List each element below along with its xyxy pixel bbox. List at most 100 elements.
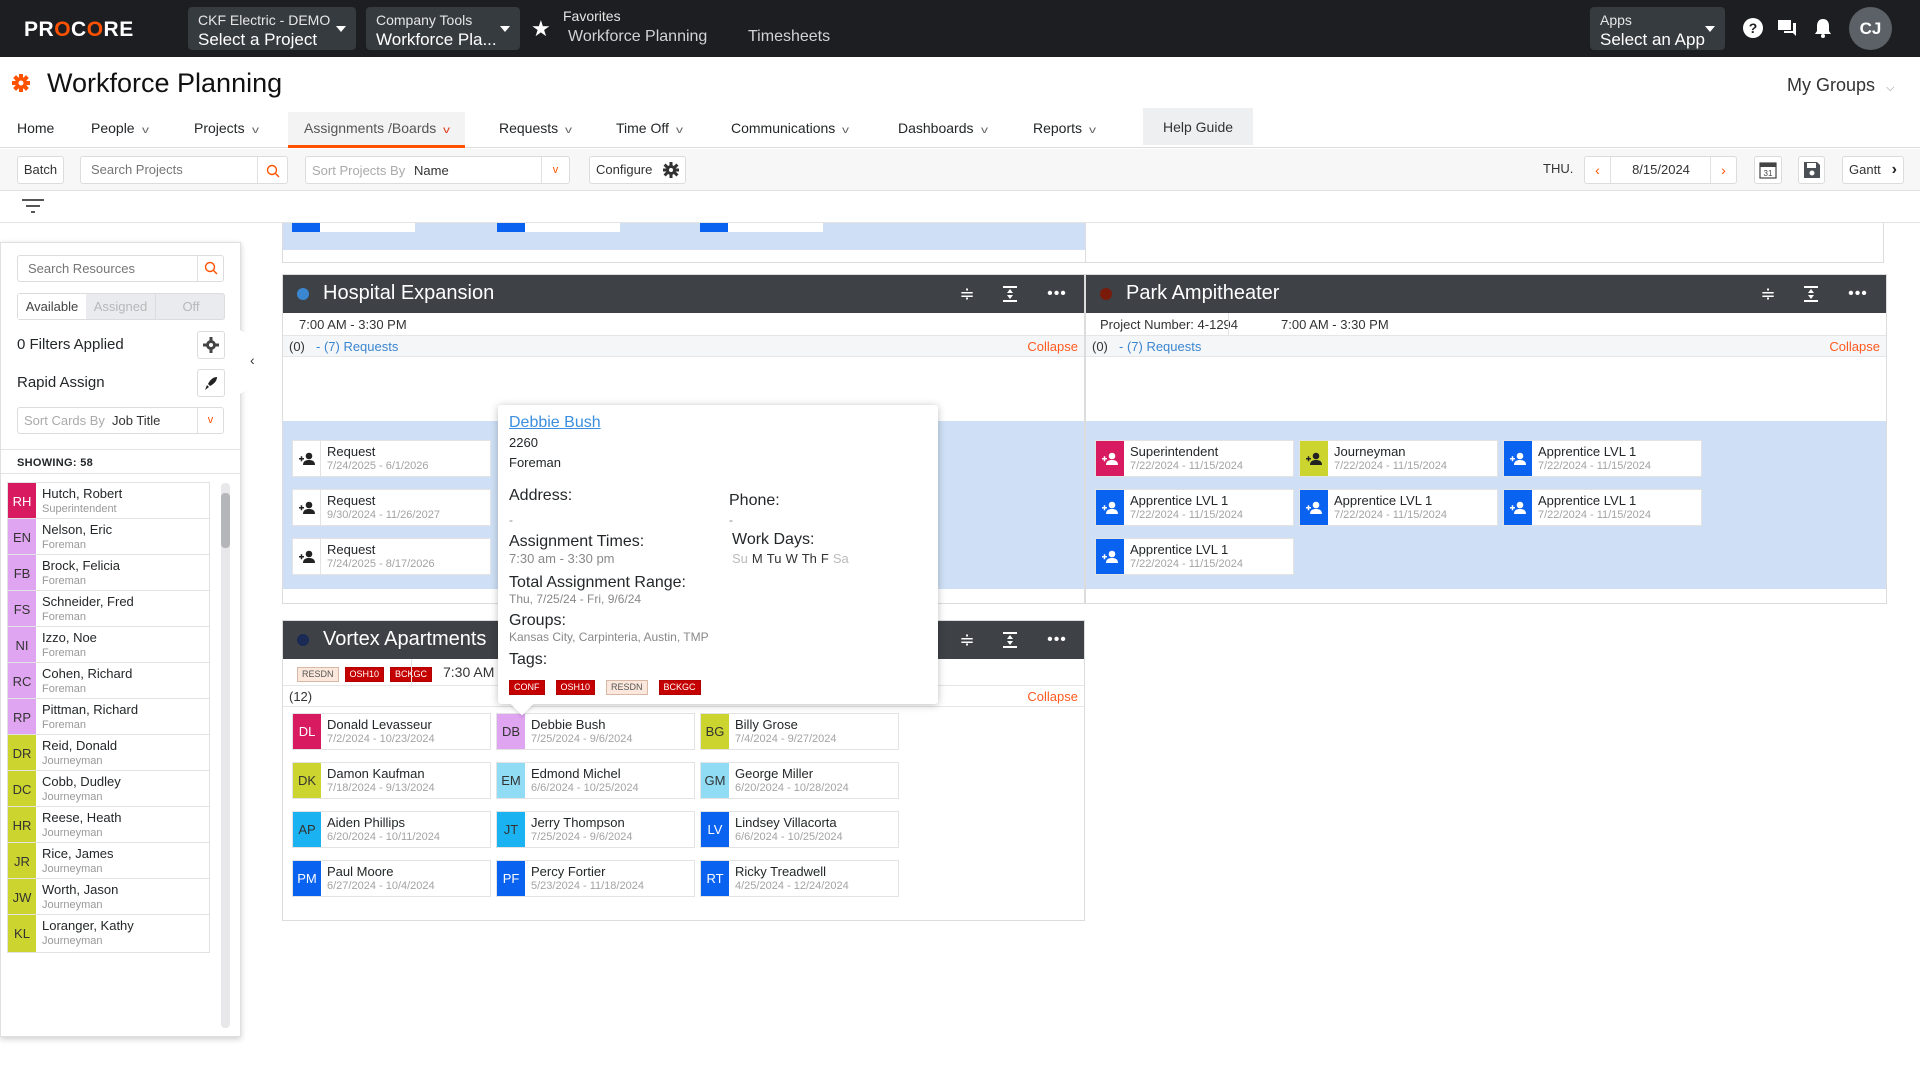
assignment-card[interactable]: RT Ricky Treadwell 4/25/2024 - 12/24/2024: [700, 860, 899, 897]
expand-icon[interactable]: [1000, 284, 1020, 304]
request-card[interactable]: Apprentice LVL 1 7/22/2024 - 11/15/2024: [1299, 489, 1498, 526]
assignment-card[interactable]: BG Billy Grose 7/4/2024 - 9/27/2024: [700, 713, 899, 750]
app-selector[interactable]: Apps Select an App: [1590, 7, 1725, 50]
tool-selector[interactable]: Company Tools Workforce Pla...: [366, 7, 520, 50]
user-avatar[interactable]: CJ: [1849, 7, 1892, 50]
filter-settings-button[interactable]: [197, 331, 225, 359]
resource-card[interactable]: DC Cobb, Dudley Journeyman: [7, 770, 210, 809]
project-name[interactable]: Hospital Expansion: [323, 282, 494, 305]
partial-card[interactable]: [292, 223, 415, 232]
filter-icon[interactable]: [22, 197, 44, 215]
resource-card[interactable]: NI Izzo, Noe Foreman: [7, 626, 210, 665]
nav-people[interactable]: People v: [91, 112, 149, 148]
search-icon[interactable]: [257, 157, 287, 183]
resource-name-link[interactable]: Debbie Bush: [509, 414, 601, 432]
assignment-card[interactable]: GM George Miller 6/20/2024 - 10/28/2024: [700, 762, 899, 799]
request-card[interactable]: Journeyman 7/22/2024 - 11/15/2024: [1299, 440, 1498, 477]
request-card[interactable]: Apprentice LVL 1 7/22/2024 - 11/15/2024: [1503, 440, 1702, 477]
help-icon[interactable]: ?: [1742, 17, 1764, 39]
expand-icon[interactable]: [1000, 630, 1020, 650]
resource-card[interactable]: JR Rice, James Journeyman: [7, 842, 210, 881]
resource-card[interactable]: JW Worth, Jason Journeyman: [7, 878, 210, 917]
assignment-card[interactable]: AP Aiden Phillips 6/20/2024 - 10/11/2024: [292, 811, 491, 848]
more-options-icon[interactable]: •••: [1844, 284, 1872, 304]
assignment-card[interactable]: PF Percy Fortier 5/23/2024 - 11/18/2024: [496, 860, 695, 897]
chevron-left-icon[interactable]: ‹: [250, 352, 255, 368]
project-name[interactable]: Park Ampitheater: [1126, 282, 1279, 305]
requests-link[interactable]: - (7) Requests: [316, 339, 398, 354]
search-icon[interactable]: [197, 256, 223, 281]
search-resources-input[interactable]: [28, 261, 188, 276]
resource-card[interactable]: DR Reid, Donald Journeyman: [7, 734, 210, 773]
request-card[interactable]: Request 7/24/2025 - 6/1/2026: [292, 440, 491, 477]
bell-icon[interactable]: [1812, 17, 1834, 39]
tab-available[interactable]: Available: [18, 294, 86, 319]
requests-link[interactable]: - (7) Requests: [1119, 339, 1201, 354]
project-name[interactable]: Vortex Apartments: [323, 628, 486, 651]
favorite-link-workforce-planning[interactable]: Workforce Planning: [568, 28, 707, 46]
nav-requests[interactable]: Requests v: [499, 112, 572, 148]
request-card[interactable]: Apprentice LVL 1 7/22/2024 - 11/15/2024: [1503, 489, 1702, 526]
tab-assigned[interactable]: Assigned: [86, 294, 156, 319]
nav-dashboards[interactable]: Dashboards v: [898, 112, 988, 148]
resource-card[interactable]: FS Schneider, Fred Foreman: [7, 590, 210, 629]
tab-off[interactable]: Off: [156, 294, 226, 319]
resource-card[interactable]: KL Loranger, Kathy Journeyman: [7, 914, 210, 953]
request-card[interactable]: Apprentice LVL 1 7/22/2024 - 11/15/2024: [1095, 538, 1294, 575]
save-button[interactable]: [1798, 156, 1825, 184]
assignment-card[interactable]: DB Debbie Bush 7/25/2024 - 9/6/2024: [496, 713, 695, 750]
request-card[interactable]: Request 9/30/2024 - 11/26/2027: [292, 489, 491, 526]
request-card[interactable]: Superintendent 7/22/2024 - 11/15/2024: [1095, 440, 1294, 477]
my-groups-dropdown[interactable]: My Groups ⌵: [1787, 75, 1894, 96]
collapse-link[interactable]: Collapse: [1027, 689, 1078, 704]
gantt-button[interactable]: Gantt ›: [1842, 156, 1904, 184]
chat-icon[interactable]: [1776, 17, 1798, 39]
expand-icon[interactable]: [1801, 284, 1821, 304]
previous-day-button[interactable]: ‹: [1585, 157, 1611, 183]
resource-card[interactable]: RH Hutch, Robert Superintendent: [7, 482, 210, 521]
request-card[interactable]: Apprentice LVL 1 7/22/2024 - 11/15/2024: [1095, 489, 1294, 526]
current-date[interactable]: 8/15/2024: [1611, 162, 1711, 177]
favorite-link-timesheets[interactable]: Timesheets: [748, 28, 830, 46]
resource-card[interactable]: RC Cohen, Richard Foreman: [7, 662, 210, 701]
next-day-button[interactable]: ›: [1710, 157, 1736, 183]
resource-card[interactable]: EN Nelson, Eric Foreman: [7, 518, 210, 557]
collapse-link[interactable]: Collapse: [1829, 339, 1880, 354]
sort-projects-select[interactable]: Sort Projects By Name v: [305, 156, 570, 184]
resource-card[interactable]: RP Pittman, Richard Foreman: [7, 698, 210, 737]
more-options-icon[interactable]: •••: [1043, 284, 1071, 304]
calendar-button[interactable]: 31: [1754, 156, 1782, 184]
assignment-card[interactable]: LV Lindsey Villacorta 6/6/2024 - 10/25/202…: [700, 811, 899, 848]
resource-card[interactable]: FB Brock, Felicia Foreman: [7, 554, 210, 593]
scrollbar-track[interactable]: [221, 483, 230, 1028]
configure-button[interactable]: Configure: [589, 156, 686, 184]
nav-assignments-boards[interactable]: Assignments /Boards v: [288, 112, 466, 148]
sort-cards-select[interactable]: Sort Cards By Job Title v: [17, 407, 224, 434]
help-guide-button[interactable]: Help Guide: [1143, 108, 1253, 145]
compress-icon[interactable]: ≑: [957, 284, 977, 304]
nav-communications[interactable]: Communications v: [731, 112, 849, 148]
scrollbar-thumb[interactable]: [221, 493, 230, 548]
search-projects-input[interactable]: [91, 162, 251, 177]
rapid-assign-button[interactable]: [197, 369, 225, 397]
partial-card[interactable]: [497, 223, 620, 232]
assignment-card[interactable]: JT Jerry Thompson 7/25/2024 - 9/6/2024: [496, 811, 695, 848]
batch-button[interactable]: Batch: [17, 156, 64, 184]
compress-icon[interactable]: ≑: [1758, 284, 1778, 304]
assignment-card[interactable]: PM Paul Moore 6/27/2024 - 10/4/2024: [292, 860, 491, 897]
assignment-card[interactable]: EM Edmond Michel 6/6/2024 - 10/25/2024: [496, 762, 695, 799]
nav-home[interactable]: Home: [17, 112, 54, 148]
nav-reports[interactable]: Reports v: [1033, 112, 1096, 148]
star-icon[interactable]: ★: [531, 16, 551, 42]
nav-time-off[interactable]: Time Off v: [616, 112, 683, 148]
request-card[interactable]: Request 7/24/2025 - 8/17/2026: [292, 538, 491, 575]
assignment-card[interactable]: DL Donald Levasseur 7/2/2024 - 10/23/2024: [292, 713, 491, 750]
partial-card[interactable]: [700, 223, 823, 232]
assignment-card[interactable]: DK Damon Kaufman 7/18/2024 - 9/13/2024: [292, 762, 491, 799]
compress-icon[interactable]: ≑: [957, 630, 977, 650]
procore-logo[interactable]: PROCORE: [24, 18, 134, 42]
more-options-icon[interactable]: •••: [1043, 630, 1071, 650]
collapse-link[interactable]: Collapse: [1027, 339, 1078, 354]
project-selector[interactable]: CKF Electric - DEMO Select a Project: [188, 7, 356, 50]
nav-projects[interactable]: Projects v: [194, 112, 259, 148]
